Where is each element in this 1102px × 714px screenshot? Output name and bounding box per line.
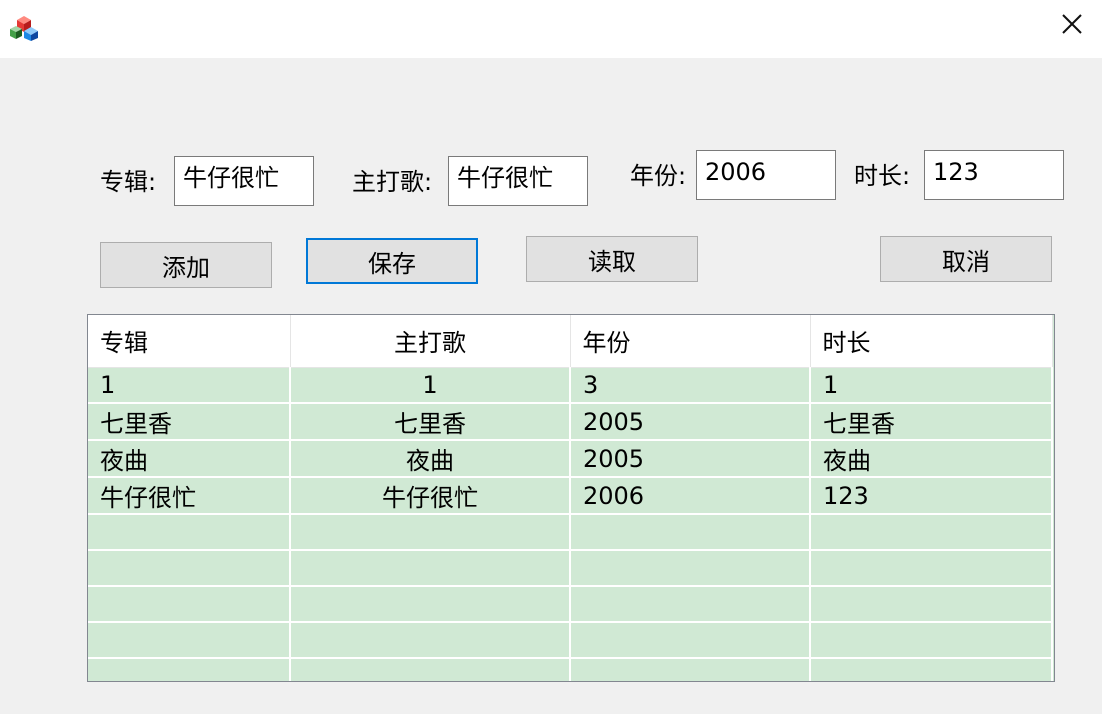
save-button[interactable]: 保存 <box>306 238 478 284</box>
cell-duration[interactable]: 1 <box>810 367 1053 404</box>
cell-duration[interactable] <box>810 658 1053 681</box>
grid-header-row: 专辑 主打歌 年份 时长 <box>88 315 1053 368</box>
cell-album[interactable]: 1 <box>88 367 291 404</box>
table-row[interactable]: 1 1 3 1 <box>88 367 1053 404</box>
cell-album[interactable] <box>88 514 291 551</box>
table-row-empty[interactable] <box>88 514 1053 551</box>
cell-album[interactable]: 牛仔很忙 <box>88 477 291 515</box>
column-header-hit-song[interactable]: 主打歌 <box>290 315 571 368</box>
year-input[interactable]: 2006 <box>696 150 836 200</box>
cell-album[interactable] <box>88 622 291 659</box>
album-label: 专辑: <box>100 168 157 196</box>
table-row-empty[interactable] <box>88 550 1053 587</box>
cell-album[interactable]: 夜曲 <box>88 440 291 478</box>
grid-table: 专辑 主打歌 年份 时长 1 1 3 1 七里香 七里香 2005 七里香 夜曲… <box>88 315 1053 681</box>
table-row[interactable]: 夜曲 夜曲 2005 夜曲 <box>88 440 1053 478</box>
cell-hit-song[interactable]: 牛仔很忙 <box>290 477 571 515</box>
cell-hit-song[interactable] <box>290 514 571 551</box>
cell-hit-song[interactable]: 1 <box>290 367 571 404</box>
add-button[interactable]: 添加 <box>100 242 272 288</box>
cell-album[interactable] <box>88 586 291 623</box>
cell-year[interactable] <box>570 658 811 681</box>
cell-duration[interactable] <box>810 586 1053 623</box>
cell-duration[interactable]: 123 <box>810 477 1053 515</box>
table-row-empty[interactable] <box>88 586 1053 623</box>
cell-duration[interactable] <box>810 514 1053 551</box>
cell-year[interactable] <box>570 550 811 587</box>
column-header-duration[interactable]: 时长 <box>810 315 1053 368</box>
read-button[interactable]: 读取 <box>526 236 698 282</box>
close-icon <box>1061 13 1083 39</box>
title-bar <box>0 0 1102 58</box>
data-grid[interactable]: 专辑 主打歌 年份 时长 1 1 3 1 七里香 七里香 2005 七里香 夜曲… <box>87 314 1055 682</box>
table-row[interactable]: 七里香 七里香 2005 七里香 <box>88 403 1053 441</box>
main-window: 专辑: 牛仔很忙 主打歌: 牛仔很忙 年份: 2006 时长: 123 添加 保… <box>0 0 1102 714</box>
cell-year[interactable] <box>570 622 811 659</box>
cell-hit-song[interactable]: 七里香 <box>290 403 571 441</box>
column-header-year[interactable]: 年份 <box>570 315 811 368</box>
cell-hit-song[interactable] <box>290 658 571 681</box>
cell-duration[interactable]: 夜曲 <box>810 440 1053 478</box>
cell-year[interactable] <box>570 586 811 623</box>
cell-album[interactable] <box>88 658 291 681</box>
cell-duration[interactable]: 七里香 <box>810 403 1053 441</box>
cell-hit-song[interactable] <box>290 622 571 659</box>
hit-song-label: 主打歌: <box>352 168 433 196</box>
cell-album[interactable] <box>88 550 291 587</box>
year-label: 年份: <box>630 162 687 190</box>
hit-song-input[interactable]: 牛仔很忙 <box>448 156 588 206</box>
cell-year[interactable]: 2005 <box>570 403 811 441</box>
close-button[interactable] <box>1042 0 1102 52</box>
cell-hit-song[interactable]: 夜曲 <box>290 440 571 478</box>
cell-year[interactable]: 2006 <box>570 477 811 515</box>
cell-year[interactable] <box>570 514 811 551</box>
cancel-button[interactable]: 取消 <box>880 236 1052 282</box>
cell-year[interactable]: 3 <box>570 367 811 404</box>
cell-album[interactable]: 七里香 <box>88 403 291 441</box>
table-row-empty[interactable] <box>88 658 1053 681</box>
column-header-album[interactable]: 专辑 <box>88 315 291 368</box>
cell-year[interactable]: 2005 <box>570 440 811 478</box>
duration-input[interactable]: 123 <box>924 150 1064 200</box>
duration-label: 时长: <box>854 162 911 190</box>
table-row[interactable]: 牛仔很忙 牛仔很忙 2006 123 <box>88 477 1053 515</box>
cell-duration[interactable] <box>810 550 1053 587</box>
table-row-empty[interactable] <box>88 622 1053 659</box>
cell-duration[interactable] <box>810 622 1053 659</box>
album-input[interactable]: 牛仔很忙 <box>174 156 314 206</box>
app-blocks-icon <box>8 10 40 42</box>
cell-hit-song[interactable] <box>290 550 571 587</box>
cell-hit-song[interactable] <box>290 586 571 623</box>
